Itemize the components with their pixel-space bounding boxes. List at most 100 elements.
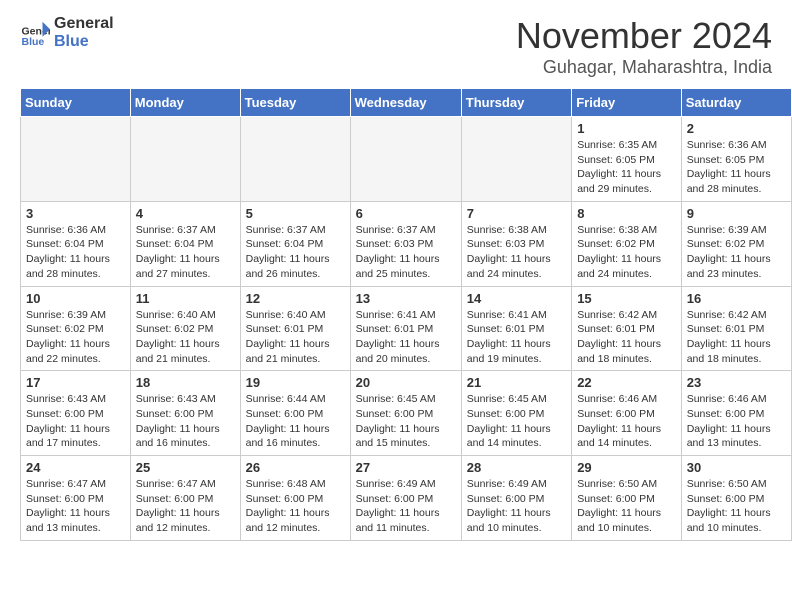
day-info: Sunrise: 6:39 AMSunset: 6:02 PMDaylight:…	[687, 223, 786, 282]
day-header-thursday: Thursday	[461, 89, 571, 117]
day-info: Sunrise: 6:37 AMSunset: 6:04 PMDaylight:…	[246, 223, 345, 282]
day-info: Sunrise: 6:49 AMSunset: 6:00 PMDaylight:…	[356, 477, 456, 536]
day-number: 2	[687, 121, 786, 136]
calendar-cell: 1 Sunrise: 6:35 AMSunset: 6:05 PMDaylight…	[572, 117, 682, 202]
calendar-cell: 6Sunrise: 6:37 AMSunset: 6:03 PMDaylight…	[350, 201, 461, 286]
calendar-header-row: SundayMondayTuesdayWednesdayThursdayFrid…	[21, 89, 792, 117]
day-info: Sunrise: 6:46 AMSunset: 6:00 PMDaylight:…	[577, 392, 676, 451]
calendar-cell: 4Sunrise: 6:37 AMSunset: 6:04 PMDaylight…	[130, 201, 240, 286]
day-number: 8	[577, 206, 676, 221]
day-info: Sunrise: 6:37 AMSunset: 6:03 PMDaylight:…	[356, 223, 456, 282]
day-number: 5	[246, 206, 345, 221]
day-info: Sunrise: 6:44 AMSunset: 6:00 PMDaylight:…	[246, 392, 345, 451]
calendar-cell: 9 Sunrise: 6:39 AMSunset: 6:02 PMDaylight…	[681, 201, 791, 286]
calendar-cell	[21, 117, 131, 202]
month-title: November 2024	[516, 15, 772, 57]
day-info: Sunrise: 6:49 AMSunset: 6:00 PMDaylight:…	[467, 477, 566, 536]
day-info: Sunrise: 6:47 AMSunset: 6:00 PMDaylight:…	[136, 477, 235, 536]
logo: General Blue General Blue	[20, 15, 114, 51]
calendar-cell: 19 Sunrise: 6:44 AMSunset: 6:00 PMDayligh…	[240, 371, 350, 456]
day-number: 3	[26, 206, 125, 221]
calendar-cell: 3Sunrise: 6:36 AMSunset: 6:04 PMDaylight…	[21, 201, 131, 286]
day-info: Sunrise: 6:50 AMSunset: 6:00 PMDaylight:…	[687, 477, 786, 536]
calendar-cell: 23 Sunrise: 6:46 AMSunset: 6:00 PMDayligh…	[681, 371, 791, 456]
day-number: 30	[687, 460, 786, 475]
day-number: 25	[136, 460, 235, 475]
day-info: Sunrise: 6:40 AMSunset: 6:02 PMDaylight:…	[136, 308, 235, 367]
day-header-saturday: Saturday	[681, 89, 791, 117]
day-info: Sunrise: 6:45 AMSunset: 6:00 PMDaylight:…	[467, 392, 566, 451]
calendar-cell: 26 Sunrise: 6:48 AMSunset: 6:00 PMDayligh…	[240, 456, 350, 541]
day-number: 24	[26, 460, 125, 475]
day-number: 23	[687, 375, 786, 390]
calendar-cell: 11Sunrise: 6:40 AMSunset: 6:02 PMDayligh…	[130, 286, 240, 371]
day-info: Sunrise: 6:35 AMSunset: 6:05 PMDaylight:…	[577, 138, 676, 197]
day-number: 15	[577, 291, 676, 306]
day-number: 16	[687, 291, 786, 306]
calendar-cell: 30 Sunrise: 6:50 AMSunset: 6:00 PMDayligh…	[681, 456, 791, 541]
calendar-cell: 13Sunrise: 6:41 AMSunset: 6:01 PMDayligh…	[350, 286, 461, 371]
day-number: 12	[246, 291, 345, 306]
calendar-cell: 7 Sunrise: 6:38 AMSunset: 6:03 PMDaylight…	[461, 201, 571, 286]
day-number: 27	[356, 460, 456, 475]
day-info: Sunrise: 6:41 AMSunset: 6:01 PMDaylight:…	[356, 308, 456, 367]
calendar-cell: 18Sunrise: 6:43 AMSunset: 6:00 PMDayligh…	[130, 371, 240, 456]
day-info: Sunrise: 6:42 AMSunset: 6:01 PMDaylight:…	[687, 308, 786, 367]
day-number: 9	[687, 206, 786, 221]
logo-blue: Blue	[54, 33, 114, 51]
calendar-cell: 20 Sunrise: 6:45 AMSunset: 6:00 PMDayligh…	[350, 371, 461, 456]
day-number: 7	[467, 206, 566, 221]
calendar-week-row: 3Sunrise: 6:36 AMSunset: 6:04 PMDaylight…	[21, 201, 792, 286]
calendar-cell	[461, 117, 571, 202]
day-info: Sunrise: 6:47 AMSunset: 6:00 PMDaylight:…	[26, 477, 125, 536]
calendar-cell: 8 Sunrise: 6:38 AMSunset: 6:02 PMDaylight…	[572, 201, 682, 286]
calendar-cell: 5 Sunrise: 6:37 AMSunset: 6:04 PMDaylight…	[240, 201, 350, 286]
day-number: 14	[467, 291, 566, 306]
day-number: 21	[467, 375, 566, 390]
day-header-monday: Monday	[130, 89, 240, 117]
calendar-cell	[130, 117, 240, 202]
day-info: Sunrise: 6:45 AMSunset: 6:00 PMDaylight:…	[356, 392, 456, 451]
calendar-cell: 25 Sunrise: 6:47 AMSunset: 6:00 PMDayligh…	[130, 456, 240, 541]
calendar-cell: 29 Sunrise: 6:50 AMSunset: 6:00 PMDayligh…	[572, 456, 682, 541]
day-info: Sunrise: 6:48 AMSunset: 6:00 PMDaylight:…	[246, 477, 345, 536]
calendar-cell	[240, 117, 350, 202]
day-info: Sunrise: 6:41 AMSunset: 6:01 PMDaylight:…	[467, 308, 566, 367]
calendar-cell: 10Sunrise: 6:39 AMSunset: 6:02 PMDayligh…	[21, 286, 131, 371]
day-number: 26	[246, 460, 345, 475]
day-number: 22	[577, 375, 676, 390]
day-number: 19	[246, 375, 345, 390]
day-info: Sunrise: 6:43 AMSunset: 6:00 PMDaylight:…	[26, 392, 125, 451]
day-info: Sunrise: 6:46 AMSunset: 6:00 PMDaylight:…	[687, 392, 786, 451]
day-number: 28	[467, 460, 566, 475]
title-area: November 2024 Guhagar, Maharashtra, Indi…	[516, 15, 772, 78]
calendar-cell: 15Sunrise: 6:42 AMSunset: 6:01 PMDayligh…	[572, 286, 682, 371]
day-info: Sunrise: 6:40 AMSunset: 6:01 PMDaylight:…	[246, 308, 345, 367]
calendar-week-row: 17Sunrise: 6:43 AMSunset: 6:00 PMDayligh…	[21, 371, 792, 456]
day-number: 29	[577, 460, 676, 475]
day-header-tuesday: Tuesday	[240, 89, 350, 117]
calendar-week-row: 10Sunrise: 6:39 AMSunset: 6:02 PMDayligh…	[21, 286, 792, 371]
day-info: Sunrise: 6:38 AMSunset: 6:03 PMDaylight:…	[467, 223, 566, 282]
day-number: 1	[577, 121, 676, 136]
day-info: Sunrise: 6:38 AMSunset: 6:02 PMDaylight:…	[577, 223, 676, 282]
day-number: 10	[26, 291, 125, 306]
calendar-cell: 2 Sunrise: 6:36 AMSunset: 6:05 PMDaylight…	[681, 117, 791, 202]
logo-general: General	[54, 15, 114, 33]
day-info: Sunrise: 6:43 AMSunset: 6:00 PMDaylight:…	[136, 392, 235, 451]
page-header: General Blue General Blue November 2024 …	[0, 0, 792, 88]
calendar-cell: 16 Sunrise: 6:42 AMSunset: 6:01 PMDayligh…	[681, 286, 791, 371]
location: Guhagar, Maharashtra, India	[516, 57, 772, 78]
day-header-sunday: Sunday	[21, 89, 131, 117]
calendar-cell: 28 Sunrise: 6:49 AMSunset: 6:00 PMDayligh…	[461, 456, 571, 541]
calendar-cell	[350, 117, 461, 202]
calendar-wrapper: SundayMondayTuesdayWednesdayThursdayFrid…	[0, 88, 792, 551]
day-number: 20	[356, 375, 456, 390]
day-header-wednesday: Wednesday	[350, 89, 461, 117]
day-info: Sunrise: 6:36 AMSunset: 6:05 PMDaylight:…	[687, 138, 786, 197]
calendar-table: SundayMondayTuesdayWednesdayThursdayFrid…	[20, 88, 792, 541]
day-info: Sunrise: 6:37 AMSunset: 6:04 PMDaylight:…	[136, 223, 235, 282]
calendar-cell: 12 Sunrise: 6:40 AMSunset: 6:01 PMDayligh…	[240, 286, 350, 371]
day-info: Sunrise: 6:50 AMSunset: 6:00 PMDaylight:…	[577, 477, 676, 536]
day-header-friday: Friday	[572, 89, 682, 117]
